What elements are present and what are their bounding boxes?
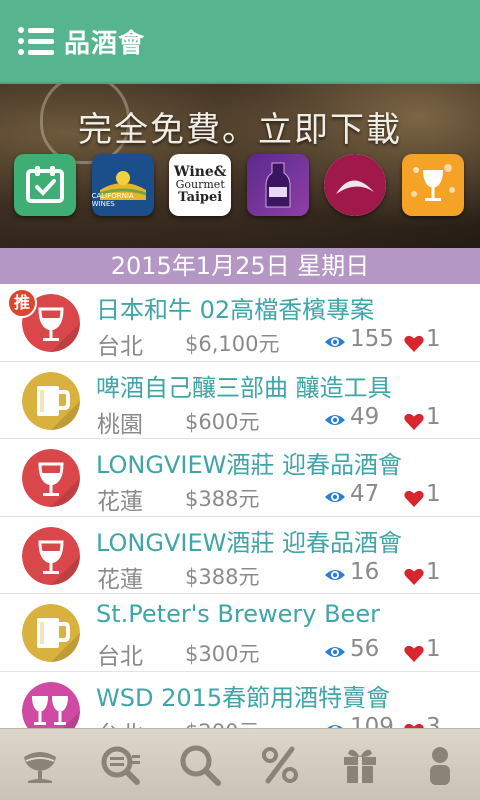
heart-icon[interactable] [404,335,424,352]
event-price: $6,100元 [185,332,280,356]
search-tab-icon [180,745,221,786]
event-title: LONGVIEW酒莊 迎春品酒會 [96,528,402,557]
menu-icon[interactable] [18,27,56,55]
purple-wine-app-icon[interactable] [246,154,309,216]
orange-wine-app-icon[interactable] [401,154,464,216]
heart-icon[interactable] [404,413,424,430]
eye-icon [325,569,345,580]
eye-icon [325,414,345,425]
event-row[interactable]: 推 日本和牛 02高檔香檳專案 台北 $6,100元 155 1 [0,284,480,362]
search-list-tab-icon [101,746,140,785]
view-count: 155 [350,326,394,352]
calendar-app-icon[interactable] [14,154,76,216]
like-count: 1 [426,481,441,507]
heart-icon[interactable] [404,568,424,585]
gift-tab-icon [344,749,376,783]
tab-gift[interactable] [330,735,390,795]
event-price: $200元 [185,716,259,729]
wine-glass-icon [22,526,80,585]
event-row[interactable]: WSD 2015春節用酒特賣會台北 $200元 109 3 [0,672,480,729]
event-price: $600元 [185,409,260,434]
event-price: $388元 [185,564,260,589]
california-wines-label: CALIFORNIA WINES [91,192,134,208]
california-wines-app-icon[interactable]: CALIFORNIA WINES [91,154,154,216]
arc-logo-app-icon[interactable] [324,154,387,216]
event-title: WSD 2015春節用酒特賣會 [96,683,391,712]
app-icons-row: CALIFORNIA WINES Wine& Gourmet Taipei [14,154,464,218]
eye-icon [325,337,345,347]
wine-gourmet-taipei-app-icon[interactable]: Wine& Gourmet Taipei [169,154,232,216]
eye-icon [325,647,345,657]
view-count: 47 [350,481,380,507]
heart-icon[interactable] [404,645,424,662]
event-list: 推日本和牛 02高檔香檳專案 台北 $6,100元 155 1 啤酒自己釀三部曲 釀造工具… [0,284,480,728]
discount-tab-icon [262,746,298,783]
beer-mug-icon [22,371,80,430]
event-row[interactable]: St.Peter's Brewery Beer 台北 $300元 56 1 [0,594,480,672]
eye-icon [325,492,345,502]
heart-icon[interactable] [404,490,424,507]
recommended-badge: 推 [7,288,37,318]
tab-discount[interactable] [250,735,310,795]
wine-glasses-icon [22,681,80,728]
banner-headline: 完全免費。立即下載 [78,110,402,150]
like-count: 1 [426,326,441,352]
event-price: $388元 [185,487,260,511]
event-city: 台北 [97,715,143,729]
event-city: 花蓮 [97,566,143,593]
view-count: 49 [350,403,380,430]
like-count: 1 [426,403,441,430]
event-city: 台北 [97,644,143,670]
beer-mug-icon [22,604,80,662]
wine-glass-icon [22,449,80,507]
tab-profile[interactable] [410,735,470,795]
promo-banner[interactable]: 完全免費。立即下載 CALIFORNIA WINES Wine& Gourmet… [0,84,480,248]
event-row[interactable]: LONGVIEW酒莊 迎春品酒會 花蓮 $388元 16 1 [0,517,480,594]
event-title: 啤酒自己釀三部曲 釀造工具 [96,373,392,402]
event-price: $300元 [185,642,260,666]
event-city: 台北 [97,334,143,360]
tab-search-list[interactable] [90,735,150,795]
app-title: 品酒會 [64,28,146,59]
event-city: 桃園 [97,411,143,438]
event-city: 花蓮 [97,489,143,515]
event-row[interactable]: LONGVIEW酒莊 迎春品酒會 花蓮 $388元 47 1 [0,439,480,517]
event-title: St.Peter's Brewery Beer [96,600,380,628]
profile-tab-icon [430,746,450,785]
app-header: 品酒會 [0,0,480,84]
date-header: 2015年1月25日 星期日 [0,248,480,284]
view-count: 16 [350,558,380,585]
view-count: 56 [350,636,380,662]
like-count: 1 [426,558,441,585]
wine-glass-tab-icon [24,751,56,783]
like-count: 1 [426,636,441,662]
like-count: 3 [426,713,441,729]
event-title: LONGVIEW酒莊 迎春品酒會 [96,451,402,479]
event-row[interactable]: 啤酒自己釀三部曲 釀造工具 桃園 $600元 49 1 [0,362,480,439]
view-count: 109 [350,713,394,729]
tab-wine[interactable] [10,735,70,795]
bottom-tab-bar [0,728,480,800]
event-title: 日本和牛 02高檔香檳專案 [96,296,375,324]
tab-search[interactable] [170,735,230,795]
